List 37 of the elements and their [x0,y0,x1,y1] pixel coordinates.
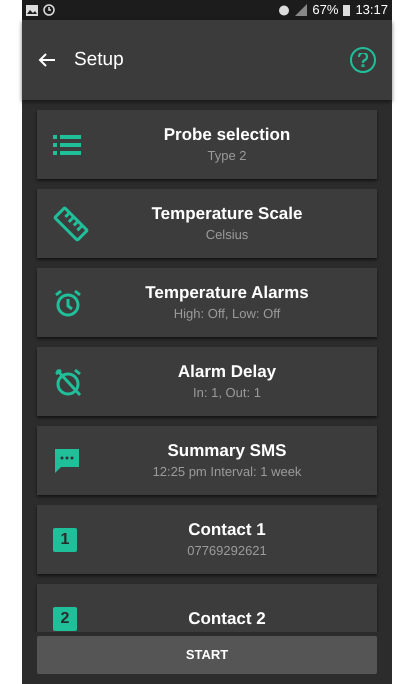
card-subtitle: 07769292621 [187,542,267,560]
setting-card[interactable]: Temperature Alarms High: Off, Low: Off [37,268,377,337]
card-title: Contact 1 [188,518,266,540]
setting-card[interactable]: 1 Contact 1 07769292621 [37,505,377,574]
card-title: Probe selection [164,124,290,146]
clock: 13:17 [355,1,388,20]
card-subtitle: High: Off, Low: Off [174,304,280,323]
help-button[interactable] [350,47,376,73]
back-button[interactable] [38,52,56,68]
card-subtitle: Celsius [206,226,248,244]
list-icon [53,134,81,156]
setting-card[interactable]: Probe selection Type 2 [37,110,377,179]
back-arrow-icon [38,52,56,68]
setting-card[interactable]: Temperature Scale Celsius [37,189,377,258]
number-badge: 2 [53,606,77,630]
image-icon [26,4,38,16]
battery-icon [343,4,350,16]
card-subtitle: Type 2 [207,146,247,165]
card-title: Contact 2 [188,608,266,630]
number-badge: 1 [53,528,77,552]
start-button[interactable]: START [37,636,377,674]
alarm-off-icon [53,366,83,396]
setting-card[interactable]: 2 Contact 2 [37,584,377,632]
ruler-icon [53,206,89,242]
card-title: Temperature Alarms [145,282,309,304]
card-title: Alarm Delay [178,360,276,382]
screen-title: Setup [74,48,125,72]
card-subtitle: 12:25 pm Interval: 1 week [152,462,302,481]
card-title: Temperature Scale [152,202,302,224]
signal-icon [295,4,308,16]
message-icon [53,446,81,474]
setting-card[interactable]: Summary SMS 12:25 pm Interval: 1 week [37,426,377,495]
card-subtitle: In: 1, Out: 1 [193,384,261,402]
battery-percent: 67% [312,1,338,20]
setting-card[interactable]: Alarm Delay In: 1, Out: 1 [37,347,377,416]
card-title: Summary SMS [167,440,287,462]
question-mark-icon [358,53,368,67]
